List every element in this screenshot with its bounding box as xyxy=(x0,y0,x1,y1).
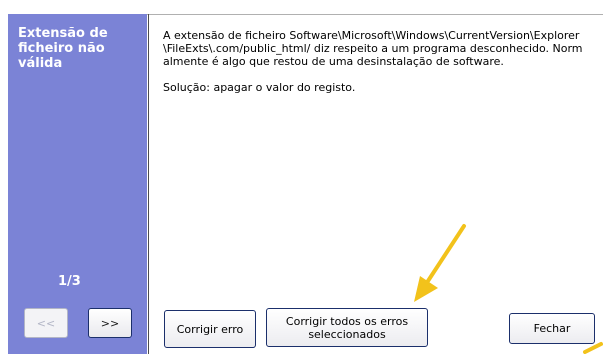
dialog: Extensão de ficheiro não válida 1/3 << >… xyxy=(0,0,603,354)
fix-all-errors-button[interactable]: Corrigir todos os erros seleccionados xyxy=(266,308,428,347)
next-button[interactable]: >> xyxy=(88,308,132,338)
error-details: A extensão de ficheiro Software\Microsof… xyxy=(163,29,588,107)
fix-error-button[interactable]: Corrigir erro xyxy=(164,310,256,348)
error-title: Extensão de ficheiro não válida xyxy=(18,26,108,71)
annotation-arrow-icon xyxy=(414,224,466,302)
close-button[interactable]: Fechar xyxy=(509,313,595,344)
previous-button[interactable]: << xyxy=(24,308,68,338)
error-description: A extensão de ficheiro Software\Microsof… xyxy=(163,29,583,68)
error-counter: 1/3 xyxy=(58,274,81,289)
sidebar: Extensão de ficheiro não válida 1/3 << >… xyxy=(8,14,147,354)
error-solution: Solução: apagar o valor do registo. xyxy=(163,81,356,94)
panel-divider xyxy=(148,14,149,354)
